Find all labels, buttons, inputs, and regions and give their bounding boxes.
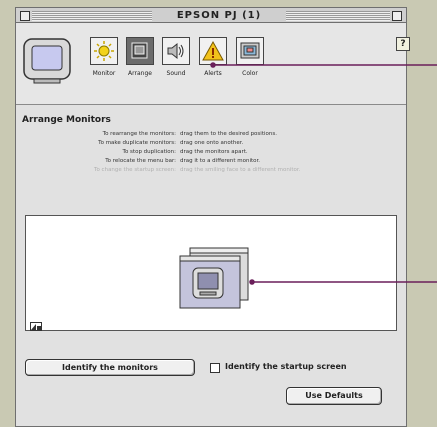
alert-icon (199, 37, 227, 65)
control-panel-window: Monitor Arrange Sound Alerts Color ? Arr… (15, 22, 410, 427)
color-monitor-icon (236, 37, 264, 65)
tool-arrange[interactable]: Arrange (120, 37, 160, 99)
speaker-icon (162, 37, 190, 65)
monitor-icon (22, 35, 74, 87)
instruction-key: To change the startup screen: (94, 167, 176, 173)
startup-screen-checkbox[interactable] (210, 363, 220, 373)
title-bar-stripes (32, 11, 152, 21)
section-title: Arrange Monitors (22, 115, 111, 125)
instructions-list: To rearrange the monitors: drag them to … (16, 130, 406, 175)
tool-label: Monitor (92, 70, 116, 77)
tool-label: Color (242, 70, 258, 77)
instruction-key: To relocate the menu bar: (105, 158, 176, 164)
monitor-arrangement-area[interactable] (25, 215, 397, 331)
tool-label: Arrange (128, 70, 152, 77)
arrange-monitors-icon (126, 37, 154, 65)
instruction-row: To relocate the menu bar: drag it to a d… (16, 157, 406, 166)
instruction-value: drag the monitors apart. (180, 149, 248, 155)
instruction-value: drag it to a different monitor. (180, 158, 261, 164)
sun-icon (90, 37, 118, 65)
tool-alerts[interactable]: Alerts (193, 37, 233, 99)
instruction-value: drag them to the desired positions. (180, 131, 277, 137)
instruction-value: drag the smiling face to a different mon… (180, 167, 301, 173)
instruction-key: To rearrange the monitors: (102, 131, 176, 137)
instruction-row: To rearrange the monitors: drag them to … (16, 130, 406, 139)
tool-label: Sound (166, 70, 186, 77)
tool-sound[interactable]: Sound (156, 37, 196, 99)
toolbar: Monitor Arrange Sound Alerts Color ? (16, 23, 410, 105)
close-box[interactable] (20, 11, 30, 21)
window-title: EPSON PJ (1) (154, 9, 284, 23)
tool-label: Alerts (204, 70, 222, 77)
instruction-row: To make duplicate monitors: drag one ont… (16, 139, 406, 148)
display-monitor-icon[interactable] (176, 246, 250, 310)
instruction-key: To stop duplication: (122, 149, 176, 155)
identify-monitors-button[interactable]: Identify the monitors (25, 359, 195, 376)
tool-color[interactable]: Color (230, 37, 270, 99)
tool-monitor[interactable]: Monitor (84, 37, 124, 99)
startup-screen-label: Identify the startup screen (225, 362, 347, 371)
use-defaults-button[interactable]: Use Defaults (286, 387, 382, 405)
instruction-value: drag one onto another. (180, 140, 244, 146)
instruction-key: To make duplicate monitors: (98, 140, 176, 146)
instruction-row: To change the startup screen: drag the s… (16, 166, 406, 175)
zoom-box[interactable] (392, 11, 402, 21)
help-button[interactable]: ? (396, 37, 410, 51)
title-bar-stripes (286, 11, 390, 21)
menu-bar-icon[interactable] (30, 316, 42, 331)
instruction-row: To stop duplication: drag the monitors a… (16, 148, 406, 157)
